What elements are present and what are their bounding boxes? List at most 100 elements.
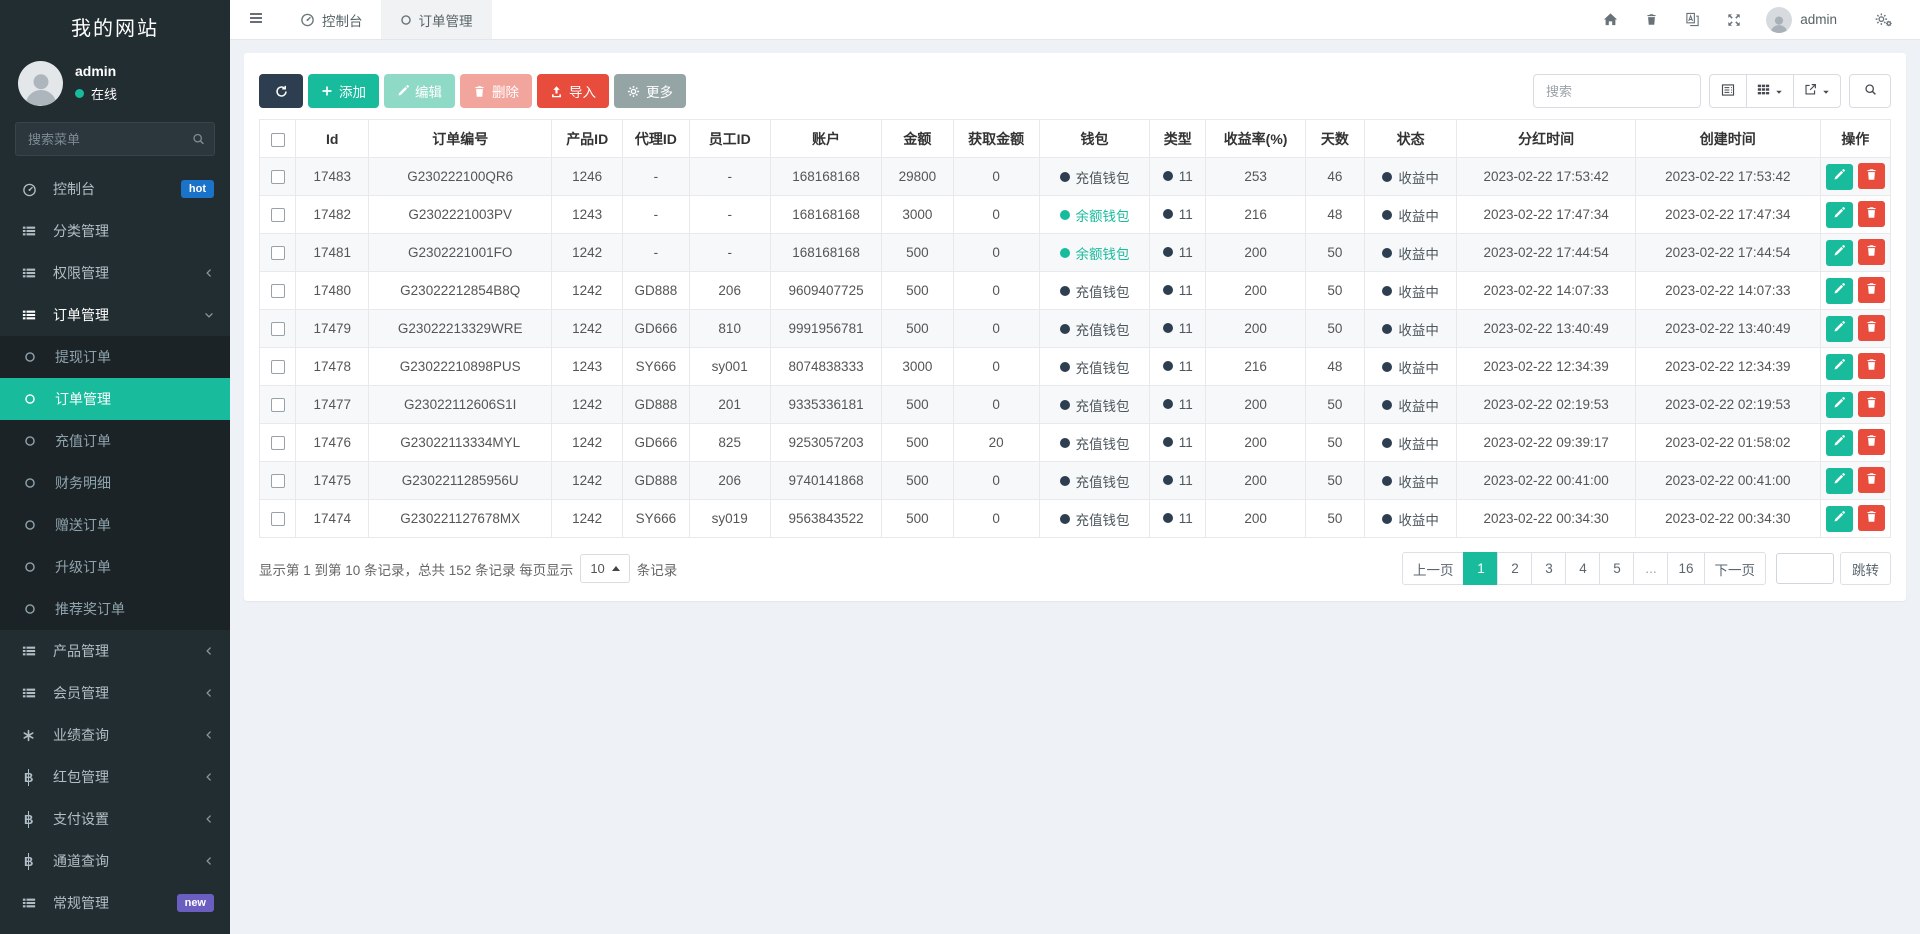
jump-button[interactable]: 跳转 (1840, 552, 1891, 585)
sidebar-item-products[interactable]: 产品管理 (0, 630, 230, 672)
status-dot (1163, 285, 1173, 295)
pencil-icon (1833, 397, 1845, 412)
sidebar-item-finance-details[interactable]: 财务明细 (0, 462, 230, 504)
table-search-input[interactable] (1533, 74, 1701, 108)
edit-row-button[interactable] (1826, 392, 1853, 418)
row-checkbox[interactable] (271, 474, 285, 488)
fullscreen-icon[interactable] (1713, 0, 1754, 40)
detail-view-button[interactable] (1709, 74, 1747, 108)
delete-row-button[interactable] (1858, 353, 1885, 379)
row-checkbox[interactable] (271, 246, 285, 260)
caret-down-icon (1775, 84, 1783, 99)
sidebar-item-orders[interactable]: 订单管理 (0, 294, 230, 336)
delete-row-button[interactable] (1858, 277, 1885, 303)
user-menu[interactable]: admin (1800, 12, 1837, 27)
avatar[interactable] (1766, 7, 1792, 33)
row-checkbox[interactable] (271, 436, 285, 450)
page-button-16[interactable]: 16 (1667, 552, 1704, 585)
more-button[interactable]: 更多 (614, 74, 686, 108)
home-icon[interactable] (1590, 0, 1631, 40)
delete-row-button[interactable] (1858, 239, 1885, 265)
edit-row-button[interactable] (1826, 278, 1853, 304)
status-dot (1163, 475, 1173, 485)
sidebar-item-members[interactable]: 会员管理 (0, 672, 230, 714)
edit-button[interactable]: 编辑 (384, 74, 455, 108)
sidebar-item-payment-settings[interactable]: B支付设置 (0, 798, 230, 840)
row-checkbox[interactable] (271, 284, 285, 298)
status-dot (1382, 324, 1392, 334)
delete-button[interactable]: 删除 (460, 74, 532, 108)
cell-id: 17476 (296, 424, 369, 462)
page-button-5[interactable]: 5 (1599, 552, 1634, 585)
sidebar-item-dashboard[interactable]: 控制台hot (0, 168, 230, 210)
delete-row-button[interactable] (1858, 505, 1885, 531)
row-checkbox[interactable] (271, 208, 285, 222)
sidebar-item-order-management[interactable]: 订单管理 (0, 378, 230, 420)
table-row: 17481G2302221001FO1242--1681681685000余额钱… (260, 234, 1891, 272)
edit-row-button[interactable] (1826, 240, 1853, 266)
edit-row-button[interactable] (1826, 430, 1853, 456)
delete-row-button[interactable] (1858, 467, 1885, 493)
search-icon (1864, 83, 1877, 99)
delete-row-button[interactable] (1858, 391, 1885, 417)
jump-page-input[interactable] (1776, 553, 1834, 584)
row-checkbox[interactable] (271, 360, 285, 374)
refresh-button[interactable] (259, 74, 303, 108)
row-checkbox[interactable] (271, 170, 285, 184)
row-checkbox[interactable] (271, 398, 285, 412)
cell-obtained-amount: 0 (953, 310, 1039, 348)
app-root: 我的网站 admin 在线 控制台hot分类管理权限管理订单管理提现订单订单管理… (0, 0, 1920, 934)
edit-row-button[interactable] (1826, 354, 1853, 380)
sidebar-item-categories[interactable]: 分类管理 (0, 210, 230, 252)
sidebar-item-upgrade-orders[interactable]: 升级订单 (0, 546, 230, 588)
columns-button[interactable] (1747, 74, 1794, 108)
page-button-3[interactable]: 3 (1531, 552, 1566, 585)
sidebar-item-channel-query[interactable]: B通道查询 (0, 840, 230, 882)
column-header: 创建时间 (1635, 120, 1820, 158)
edit-row-button[interactable] (1826, 468, 1853, 494)
delete-row-button[interactable] (1858, 163, 1885, 189)
import-button[interactable]: 导入 (537, 74, 609, 108)
language-icon[interactable] (1672, 0, 1713, 40)
status-dot (1382, 210, 1392, 220)
edit-row-button[interactable] (1826, 164, 1853, 190)
edit-row-button[interactable] (1826, 202, 1853, 228)
search-button[interactable] (1849, 74, 1891, 108)
tab-dashboard[interactable]: 控制台 (282, 0, 382, 39)
row-checkbox[interactable] (271, 322, 285, 336)
next-page-button[interactable]: 下一页 (1704, 552, 1767, 585)
select-all-checkbox[interactable] (271, 133, 285, 147)
page-button-1[interactable]: 1 (1463, 552, 1498, 585)
sidebar-item-performance[interactable]: 业绩查询 (0, 714, 230, 756)
sidebar-item-referral-reward-orders[interactable]: 推荐奖订单 (0, 588, 230, 630)
trash-icon[interactable] (1631, 0, 1672, 40)
delete-row-button[interactable] (1858, 201, 1885, 227)
gears-icon[interactable] (1863, 0, 1904, 40)
add-button[interactable]: 添加 (308, 74, 379, 108)
page-button-4[interactable]: 4 (1565, 552, 1600, 585)
sidebar-item-permissions[interactable]: 权限管理 (0, 252, 230, 294)
status-dot (1163, 399, 1173, 409)
edit-row-button[interactable] (1826, 316, 1853, 342)
cell-order-no: G230222100QR6 (369, 158, 552, 196)
prev-page-button[interactable]: 上一页 (1402, 552, 1465, 585)
sidebar-item-gift-orders[interactable]: 赠送订单 (0, 504, 230, 546)
column-header: 产品ID (552, 120, 623, 158)
sidebar-item-recharge-orders[interactable]: 充值订单 (0, 420, 230, 462)
delete-row-button[interactable] (1858, 429, 1885, 455)
tab-order-management[interactable]: 订单管理 (382, 0, 492, 39)
sidebar-search-input[interactable] (15, 122, 215, 156)
cell-actions (1820, 234, 1890, 272)
gear-icon (627, 85, 640, 98)
export-button[interactable] (1794, 74, 1841, 108)
edit-row-button[interactable] (1826, 506, 1853, 532)
sidebar-item-withdraw-orders[interactable]: 提现订单 (0, 336, 230, 378)
page-button-2[interactable]: 2 (1497, 552, 1532, 585)
cell-staff-id: 825 (689, 424, 770, 462)
sidebar-toggle-button[interactable] (230, 0, 282, 39)
delete-row-button[interactable] (1858, 315, 1885, 341)
row-checkbox[interactable] (271, 512, 285, 526)
sidebar-item-general[interactable]: 常规管理new (0, 882, 230, 924)
per-page-dropdown[interactable]: 10 (580, 554, 629, 583)
sidebar-item-red-packets[interactable]: B红包管理 (0, 756, 230, 798)
